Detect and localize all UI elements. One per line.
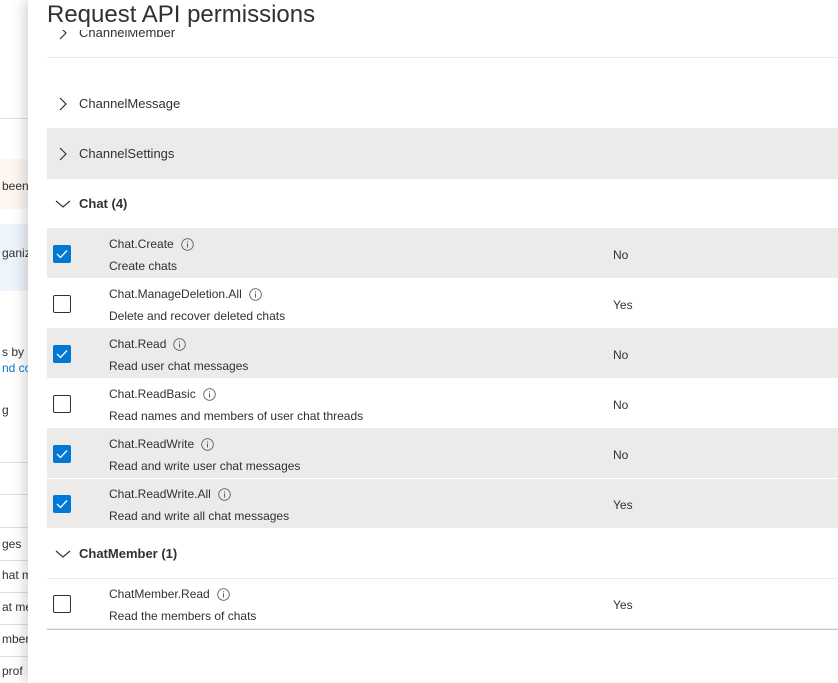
permissions-list[interactable]: ChannelMember ChannelMessage ChannelSett… [47, 30, 838, 630]
group-label: ChatMember (1) [79, 546, 178, 561]
permission-description: Create chats [109, 259, 178, 273]
background-link[interactable]: nd co [2, 361, 30, 375]
permission-row-chat-readwrite[interactable]: Chat.ReadWrite Read and write user chat … [47, 429, 838, 479]
admin-consent-required: Yes [613, 498, 633, 512]
chevron-right-icon [47, 147, 79, 161]
chevron-down-icon [47, 549, 79, 559]
permission-checkbox[interactable] [53, 345, 71, 363]
permission-name: Chat.ReadWrite.All [109, 487, 211, 501]
info-icon[interactable] [180, 237, 194, 251]
divider [0, 494, 30, 495]
divider [0, 118, 30, 119]
group-label: ChannelMember [79, 30, 176, 40]
admin-consent-required: No [613, 398, 629, 412]
permission-row-chat-create[interactable]: Chat.Create Create chats No [47, 229, 838, 279]
permission-name-wrap: Chat.ReadBasic [109, 387, 216, 401]
group-chatmember[interactable]: ChatMember (1) [47, 529, 838, 579]
chevron-down-icon [47, 199, 79, 209]
permission-row-chatmember-read[interactable]: ChatMember.Read Read the members of chat… [47, 579, 838, 629]
divider [0, 560, 30, 561]
background-page: been ganiza s by u nd co g ges hat m at … [0, 0, 30, 683]
permission-name: Chat.Read [109, 337, 167, 351]
permission-name-wrap: Chat.Read [109, 337, 187, 351]
info-icon[interactable] [201, 437, 214, 451]
permission-description: Read the members of chats [109, 609, 257, 623]
checkmark-icon [56, 450, 68, 459]
permission-row-chat-managedeletion-all[interactable]: Chat.ManageDeletion.All Delete and recov… [47, 279, 838, 329]
permission-row-chat-readwrite-all[interactable]: Chat.ReadWrite.All Read and write all ch… [47, 479, 838, 529]
permission-name: Chat.ReadBasic [109, 387, 196, 401]
group-label: ChannelSettings [79, 146, 175, 161]
permission-description: Read and write user chat messages [109, 459, 301, 473]
permission-description: Read user chat messages [109, 359, 249, 373]
divider [0, 592, 30, 593]
permission-name-wrap: ChatMember.Read [109, 587, 230, 601]
admin-consent-required: No [613, 348, 629, 362]
info-icon[interactable] [173, 337, 187, 351]
background-text: ganiza [2, 246, 30, 260]
chevron-right-icon [47, 97, 79, 111]
permission-name: Chat.Create [109, 237, 174, 251]
permission-description: Delete and recover deleted chats [109, 309, 286, 323]
permission-row-chat-readbasic[interactable]: Chat.ReadBasic Read names and members of… [47, 379, 838, 429]
info-icon[interactable] [218, 487, 231, 501]
permission-name: Chat.ReadWrite [109, 437, 195, 451]
group-channelmessage[interactable]: ChannelMessage [47, 79, 838, 129]
permission-checkbox[interactable] [53, 245, 71, 263]
admin-consent-required: No [613, 448, 629, 462]
background-text: prof [2, 664, 23, 678]
divider [0, 624, 30, 625]
permission-name-wrap: Chat.ReadWrite.All [109, 487, 231, 501]
info-icon[interactable] [202, 387, 216, 401]
permission-checkbox[interactable] [53, 595, 71, 613]
background-text: mbers [2, 632, 30, 646]
chevron-right-icon [47, 30, 79, 40]
request-api-permissions-panel: Request API permissions ChannelMember Ch… [28, 0, 838, 683]
permission-name-wrap: Chat.Create [109, 237, 194, 251]
divider [0, 527, 30, 528]
info-icon[interactable] [248, 287, 262, 301]
background-text: at me [2, 600, 30, 614]
checkmark-icon [56, 500, 68, 509]
divider [0, 656, 30, 657]
group-channelsettings[interactable]: ChannelSettings [47, 129, 838, 179]
permission-checkbox[interactable] [53, 295, 71, 313]
permission-row-chat-read[interactable]: Chat.Read Read user chat messages No [47, 329, 838, 379]
permission-description: Read and write all chat messages [109, 509, 290, 523]
group-chat[interactable]: Chat (4) [47, 179, 838, 229]
admin-consent-required: No [613, 248, 629, 262]
permission-checkbox[interactable] [53, 495, 71, 513]
admin-consent-required: Yes [613, 298, 633, 312]
checkmark-icon [56, 250, 68, 259]
panel-title: Request API permissions [47, 1, 316, 28]
background-text: ges [2, 537, 22, 551]
permission-description: Read names and members of user chat thre… [109, 409, 364, 423]
info-icon[interactable] [216, 587, 230, 601]
permission-name: Chat.ManageDeletion.All [109, 287, 242, 301]
checkmark-icon [56, 350, 68, 359]
divider [0, 462, 30, 463]
background-text: s by u [2, 345, 30, 359]
group-label: Chat (4) [79, 196, 128, 211]
group-channelmember[interactable]: ChannelMember [47, 30, 838, 58]
permission-checkbox[interactable] [53, 445, 71, 463]
permission-name-wrap: Chat.ReadWrite [109, 437, 214, 451]
group-label: ChannelMessage [79, 96, 181, 111]
permission-name: ChatMember.Read [109, 587, 210, 601]
list-bottom-divider [47, 629, 838, 630]
background-text: g [2, 403, 9, 417]
background-text: hat m [2, 568, 30, 582]
background-text: been [2, 179, 29, 193]
admin-consent-required: Yes [613, 598, 633, 612]
permission-name-wrap: Chat.ManageDeletion.All [109, 287, 262, 301]
permission-checkbox[interactable] [53, 395, 71, 413]
